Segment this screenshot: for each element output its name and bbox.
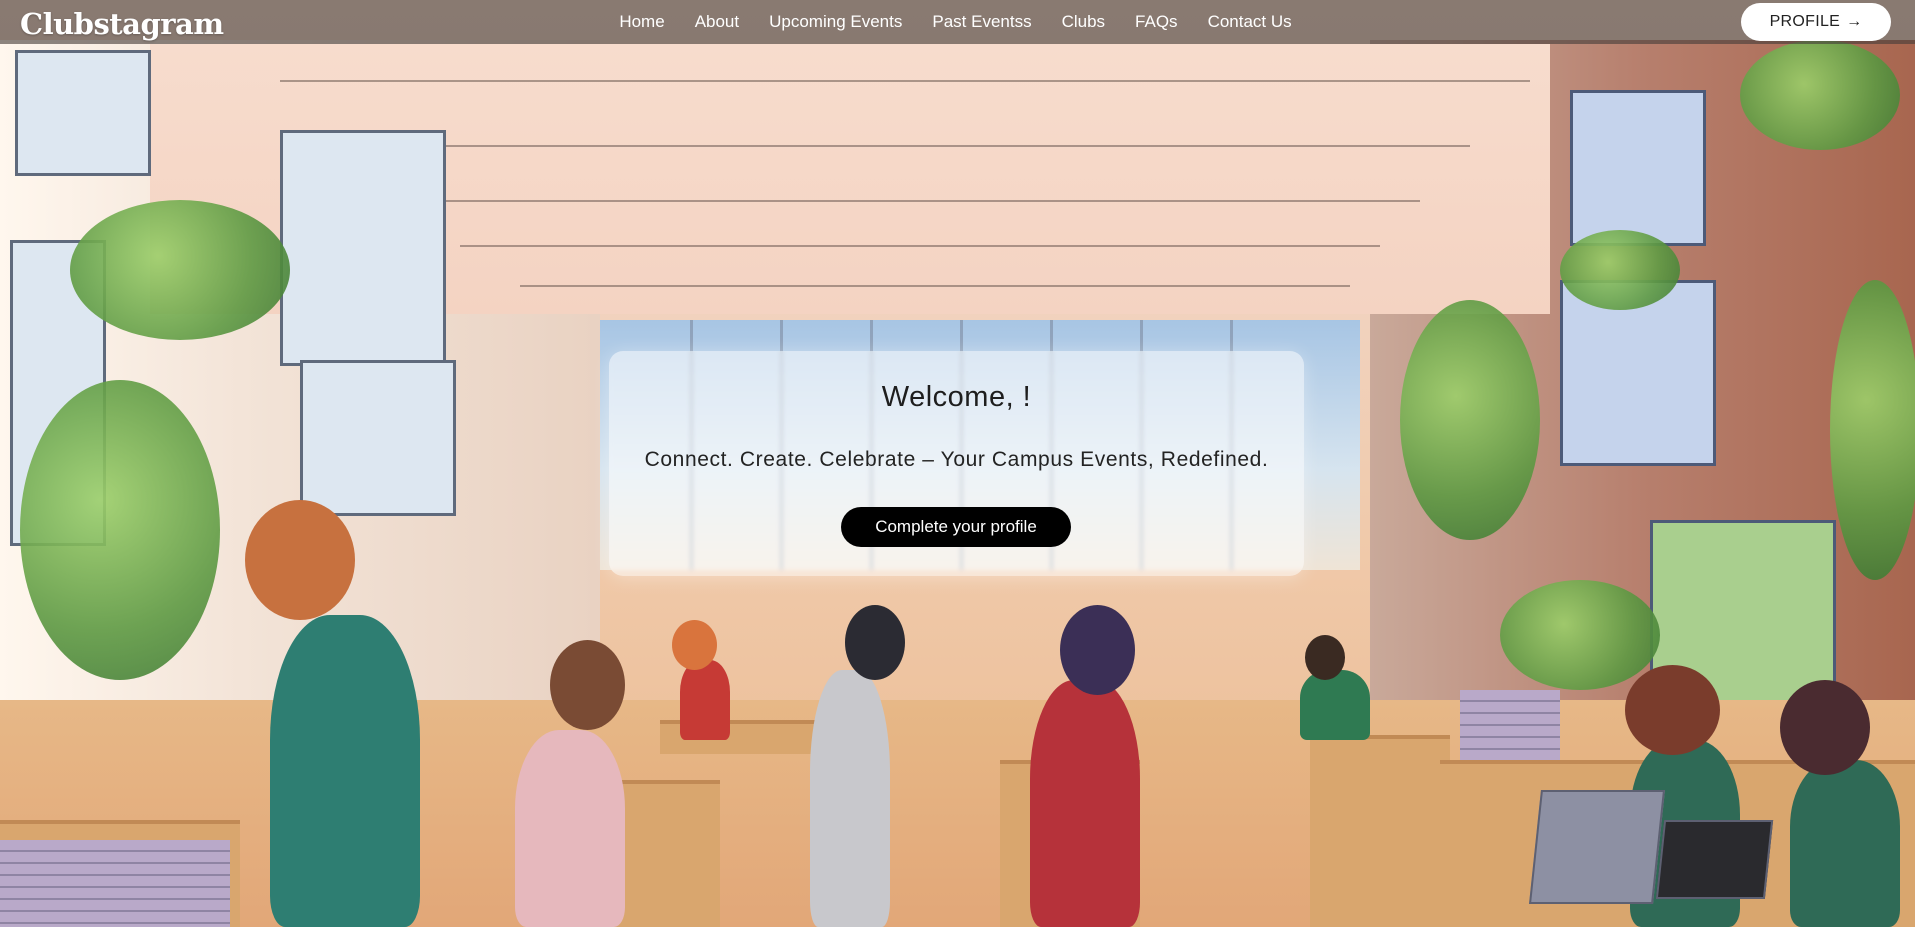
right-window xyxy=(1570,90,1706,246)
left-window xyxy=(300,360,456,516)
plant xyxy=(1500,580,1660,690)
student-figure xyxy=(810,670,890,927)
student-figure xyxy=(1790,760,1900,927)
top-navbar: Clubstagram Home About Upcoming Events P… xyxy=(0,0,1915,44)
student-head xyxy=(245,500,355,620)
page: Clubstagram Home About Upcoming Events P… xyxy=(0,0,1915,927)
nav-links: Home About Upcoming Events Past Eventss … xyxy=(0,0,1915,44)
left-window xyxy=(280,130,446,366)
ceiling-beam xyxy=(280,80,1530,82)
student-head xyxy=(550,640,625,730)
nav-link-faqs[interactable]: FAQs xyxy=(1135,0,1178,44)
student-head xyxy=(845,605,905,680)
complete-profile-button[interactable]: Complete your profile xyxy=(841,507,1071,547)
student-figure xyxy=(680,660,730,740)
plant xyxy=(1740,40,1900,150)
welcome-title: Welcome, ! xyxy=(881,381,1032,413)
ceiling-beam xyxy=(460,245,1380,247)
plant xyxy=(70,200,290,340)
desk xyxy=(1310,735,1450,927)
student-figure xyxy=(1030,680,1140,927)
student-head xyxy=(672,620,717,670)
nav-link-clubs[interactable]: Clubs xyxy=(1062,0,1105,44)
nav-link-home[interactable]: Home xyxy=(619,0,664,44)
book-stack xyxy=(0,840,230,927)
plant xyxy=(1400,300,1540,540)
student-head xyxy=(1060,605,1135,695)
student-figure xyxy=(1300,670,1370,740)
plant xyxy=(1830,280,1915,580)
nav-link-contact-us[interactable]: Contact Us xyxy=(1208,0,1292,44)
welcome-card: Welcome, ! Connect. Create. Celebrate – … xyxy=(609,351,1304,576)
book-stack xyxy=(1460,690,1560,760)
plant xyxy=(1560,230,1680,310)
welcome-subtitle: Connect. Create. Celebrate – Your Campus… xyxy=(644,448,1269,471)
ceiling-beam xyxy=(400,200,1420,202)
left-window xyxy=(15,50,151,176)
student-figure xyxy=(515,730,625,927)
nav-link-past-events[interactable]: Past Eventss xyxy=(932,0,1031,44)
ceiling-beam xyxy=(520,285,1350,287)
profile-button[interactable]: PROFILE → xyxy=(1741,3,1891,41)
student-head xyxy=(1780,680,1870,775)
nav-link-upcoming-events[interactable]: Upcoming Events xyxy=(769,0,902,44)
student-head xyxy=(1625,665,1720,755)
laptop xyxy=(1529,790,1665,904)
plant xyxy=(20,380,220,680)
brand-logo[interactable]: Clubstagram xyxy=(20,4,224,44)
nav-link-about[interactable]: About xyxy=(695,0,739,44)
student-figure xyxy=(270,615,420,927)
arrow-right-icon: → xyxy=(1846,13,1863,30)
laptop xyxy=(1655,820,1774,899)
student-head xyxy=(1305,635,1345,680)
profile-button-label: PROFILE xyxy=(1769,13,1841,30)
ceiling-beam xyxy=(340,145,1470,147)
